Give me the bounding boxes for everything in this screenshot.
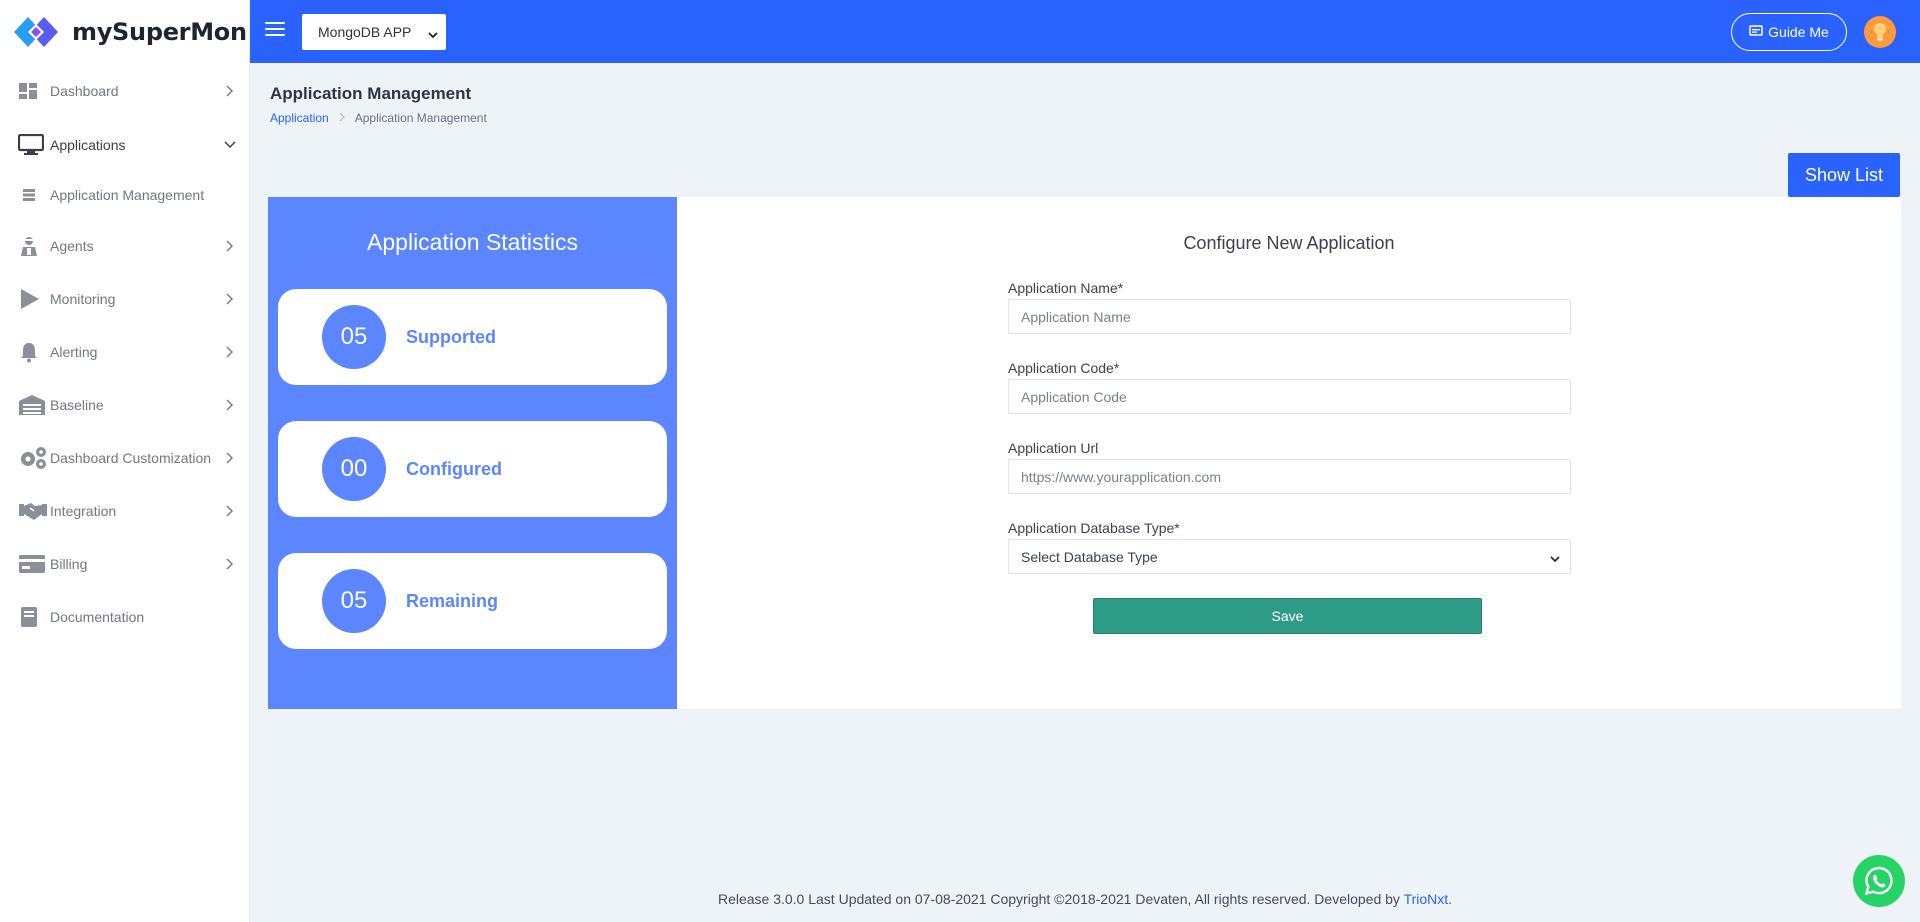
application-code-input[interactable]: Application Code: [1008, 379, 1571, 414]
footer-period: .: [1448, 891, 1453, 907]
sidebar-item-label: Integration: [50, 502, 117, 519]
stat-card-supported: 05 Supported: [278, 289, 667, 385]
database-type-select[interactable]: Select Database Type: [1008, 539, 1571, 574]
chevron-right-icon: [223, 398, 237, 412]
chevron-right-icon: [223, 84, 237, 98]
chevron-right-icon: [223, 292, 237, 306]
footer-text: Release 3.0.0 Last Updated on 07-08-2021…: [717, 891, 1400, 907]
breadcrumb: Application Application Management: [270, 111, 487, 125]
stat-card-configured: 00 Configured: [278, 421, 667, 517]
credit-card-icon: [18, 552, 48, 576]
chevron-right-icon: [223, 557, 237, 571]
sidebar-item-documentation[interactable]: Documentation: [0, 590, 249, 643]
chevron-down-icon: [428, 26, 438, 42]
chevron-right-icon: [223, 345, 237, 359]
sidebar-subitem-label: Application Management: [50, 187, 205, 203]
sidebar-item-label: Applications: [50, 136, 126, 153]
database-type-label: Application Database Type*: [1008, 520, 1180, 536]
sidebar-item-integration[interactable]: Integration: [0, 484, 249, 537]
sidebar-item-dashboard-customization[interactable]: Dashboard Customization: [0, 431, 249, 484]
application-url-label: Application Url: [1008, 440, 1099, 456]
sidebar-item-label: Dashboard: [50, 82, 119, 99]
stat-card-remaining: 05 Remaining: [278, 553, 667, 649]
top-header: MongoDB APP Guide Me: [250, 0, 1920, 63]
save-button[interactable]: Save: [1093, 598, 1482, 634]
show-list-button[interactable]: Show List: [1788, 153, 1900, 197]
stat-value: 05: [322, 569, 386, 633]
sidebar-item-label: Baseline: [50, 396, 104, 413]
hamburger-menu-icon[interactable]: [265, 22, 285, 38]
server-icon: [22, 188, 50, 202]
chevron-down-icon: [223, 138, 237, 152]
breadcrumb-current: Application Management: [354, 111, 487, 125]
user-avatar-lightbulb-icon[interactable]: [1864, 16, 1896, 48]
sidebar-subitem-application-management[interactable]: Application Management: [0, 171, 249, 219]
sidebar-nav: Dashboard Applications Application Manag…: [0, 63, 249, 643]
application-name-label: Application Name*: [1008, 280, 1124, 296]
stats-title: Application Statistics: [367, 229, 578, 255]
monitor-icon: [18, 133, 48, 157]
stat-label: Configured: [406, 458, 502, 479]
application-name-input[interactable]: Application Name: [1008, 299, 1571, 334]
configure-application-form: Configure New Application Application Na…: [677, 197, 1901, 709]
footer: Release 3.0.0 Last Updated on 07-08-2021…: [250, 891, 1920, 907]
book-icon: [18, 605, 48, 629]
stat-label: Supported: [406, 326, 496, 347]
gears-icon: [18, 446, 48, 470]
stat-value: 05: [322, 305, 386, 369]
play-icon: [18, 287, 48, 311]
brand-logo-icon: [14, 15, 60, 49]
chevron-right-icon: [223, 451, 237, 465]
application-code-label: Application Code*: [1008, 360, 1120, 376]
form-title: Configure New Application: [1183, 233, 1395, 253]
sidebar-item-dashboard[interactable]: Dashboard: [0, 63, 249, 118]
sidebar-item-agents[interactable]: Agents: [0, 219, 249, 272]
guide-me-button[interactable]: Guide Me: [1731, 13, 1847, 51]
app-selector[interactable]: MongoDB APP: [302, 14, 446, 50]
sidebar-item-label: Dashboard Customization: [50, 449, 212, 466]
guide-icon: [1749, 24, 1763, 40]
dashboard-icon: [18, 79, 48, 103]
chevron-down-icon: [1550, 550, 1560, 566]
sidebar-item-label: Monitoring: [50, 290, 116, 307]
application-statistics-panel: Application Statistics 05 Supported 00 C…: [268, 197, 677, 709]
app-selector-value: MongoDB APP: [318, 24, 412, 40]
sidebar: mySuperMon Dashboard Applications Applic…: [0, 0, 250, 922]
stat-value: 00: [322, 437, 386, 501]
sidebar-item-label: Documentation: [50, 608, 145, 625]
brand-name: mySuperMon: [72, 17, 247, 46]
sidebar-item-label: Alerting: [50, 343, 98, 360]
page-title: Application Management: [270, 84, 472, 103]
warehouse-icon: [18, 393, 48, 417]
sidebar-item-billing[interactable]: Billing: [0, 537, 249, 590]
sidebar-item-baseline[interactable]: Baseline: [0, 378, 249, 431]
chevron-right-icon: [339, 111, 345, 125]
bell-icon: [18, 340, 48, 364]
whatsapp-icon[interactable]: [1853, 855, 1905, 907]
developer-link[interactable]: TrioNxt: [1404, 891, 1449, 907]
guide-me-label: Guide Me: [1768, 24, 1829, 40]
breadcrumb-link-application[interactable]: Application: [270, 111, 329, 125]
sidebar-item-label: Agents: [50, 237, 94, 254]
stat-label: Remaining: [406, 590, 499, 611]
chevron-right-icon: [223, 239, 237, 253]
chevron-right-icon: [223, 504, 237, 518]
sidebar-item-applications[interactable]: Applications: [0, 118, 249, 171]
sidebar-item-alerting[interactable]: Alerting: [0, 325, 249, 378]
application-url-input[interactable]: https://www.yourapplication.com: [1008, 459, 1571, 494]
sidebar-item-label: Billing: [50, 555, 88, 572]
brand[interactable]: mySuperMon: [0, 0, 249, 63]
database-type-value: Select Database Type: [1021, 548, 1158, 565]
sidebar-item-monitoring[interactable]: Monitoring: [0, 272, 249, 325]
handshake-icon: [18, 499, 48, 523]
agent-icon: [18, 234, 48, 258]
